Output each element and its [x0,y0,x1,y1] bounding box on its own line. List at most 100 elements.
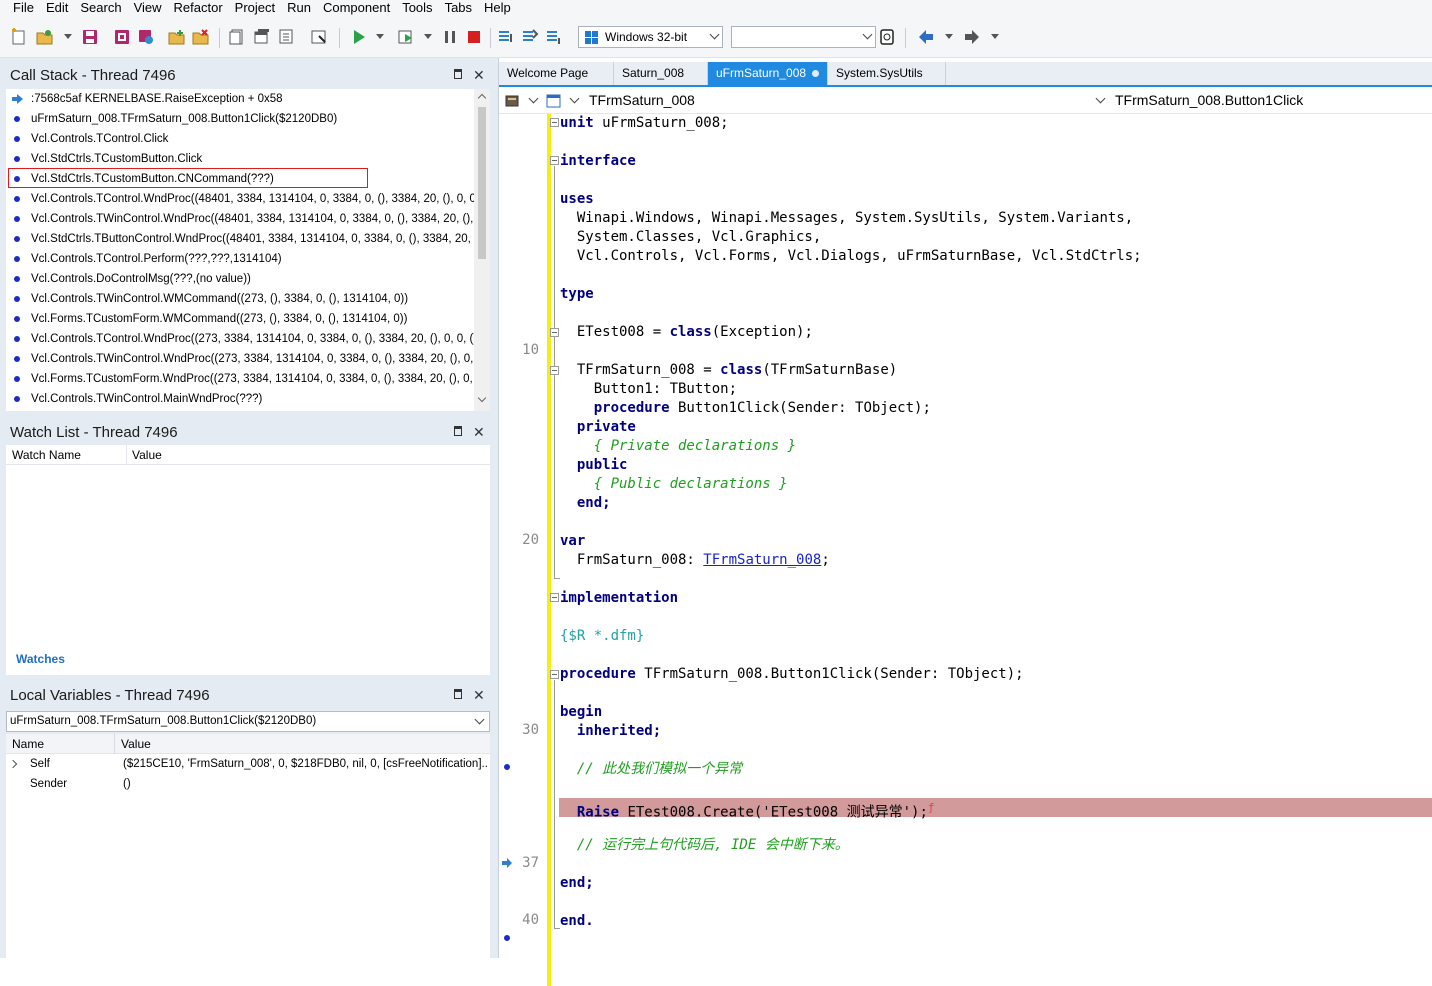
tab-system-sysutils[interactable]: System.SysUtils [828,62,946,85]
chevron-down-icon[interactable] [477,393,487,403]
target-device-icon[interactable] [878,28,896,46]
watch-value-column-header[interactable]: Value [132,445,162,465]
stack-frame-select[interactable]: uFrmSaturn_008.TFrmSaturn_008.Button1Cli… [6,711,490,732]
code-line[interactable]: begin [560,703,602,722]
call-stack-frame[interactable]: Vcl.Controls.TWinControl.WndProc((273, 3… [6,349,474,369]
menu-component[interactable]: Component [317,0,396,18]
call-stack-frame[interactable]: Vcl.Forms.TCustomForm.WMCommand((273, ()… [6,309,474,329]
code-line[interactable]: procedure TFrmSaturn_008.Button1Click(Se… [560,665,1024,684]
type-link[interactable]: TFrmSaturn_008 [703,552,821,568]
watch-name-column-header[interactable]: Watch Name [12,445,81,465]
navigate-forward-icon[interactable] [963,28,981,46]
trace-into-icon[interactable] [497,28,515,46]
platform-select[interactable]: Windows 32-bit [578,26,723,48]
call-stack-scrollbar[interactable] [474,89,490,411]
class-select-label[interactable]: TFrmSaturn_008 [589,92,695,108]
close-icon[interactable]: ✕ [473,68,485,82]
call-stack-frame-current[interactable]: :7568c5af KERNELBASE.RaiseException + 0x… [6,89,474,109]
tab-ufrmsaturn-008[interactable]: uFrmSaturn_008 [708,62,828,85]
code-line[interactable]: // 运行完上句代码后, IDE 会中断下来。 [560,836,849,855]
menu-help[interactable]: Help [478,0,517,18]
call-stack-frame[interactable]: Vcl.StdCtrls.TCustomButton.Click [6,149,474,169]
pause-icon[interactable] [441,28,459,46]
fold-toggle-icon[interactable] [550,670,559,679]
breakpoint-dot-icon[interactable] [504,764,510,770]
call-stack-frame[interactable]: Vcl.Forms.TCustomForm.WndProc((273, 3384… [6,369,474,389]
code-line[interactable]: interface [560,152,636,171]
chevron-down-icon[interactable] [1095,93,1106,104]
call-stack-frame[interactable]: Vcl.Controls.TControl.Click [6,129,474,149]
table-row[interactable]: Self ($215CE10, 'FrmSaturn_008', 0, $218… [6,754,490,774]
editor-gutter[interactable]: 10 20 30 37 40 [499,114,549,958]
run-dropdown-icon[interactable] [376,34,384,39]
code-line[interactable]: // 此处我们模拟一个异常 [560,760,742,779]
run-without-debug-icon[interactable] [397,28,415,46]
call-stack-frame[interactable]: Vcl.Controls.TControl.WndProc((273, 3384… [6,329,474,349]
call-stack-frame[interactable]: Vcl.Controls.TWinControl.MainWndProc(???… [6,389,474,409]
code-line[interactable]: var [560,532,585,551]
code-line[interactable]: { Public declarations } [560,475,788,494]
tab-saturn-008[interactable]: Saturn_008 [614,62,708,85]
code-line[interactable]: Vcl.Controls, Vcl.Forms, Vcl.Dialogs, uF… [560,247,1142,266]
call-stack-frame[interactable]: Vcl.Controls.TWinControl.WMCommand((273,… [6,289,474,309]
run-without-debug-dropdown-icon[interactable] [424,34,432,39]
code-line[interactable]: implementation [560,589,678,608]
new-form-icon[interactable] [310,28,328,46]
code-line[interactable]: type [560,285,594,304]
toggle-form-unit-icon[interactable] [278,28,296,46]
code-line[interactable]: Button1: TButton; [560,380,737,399]
breakpoint-dot-icon[interactable] [504,935,510,941]
code-line[interactable]: procedure Button1Click(Sender: TObject); [560,399,931,418]
name-column-header[interactable]: Name [12,734,44,754]
menu-run[interactable]: Run [281,0,317,18]
remove-from-project-icon[interactable] [192,28,210,46]
close-icon[interactable]: ✕ [473,425,485,439]
build-config-select[interactable] [731,26,876,48]
menu-edit[interactable]: Edit [40,0,74,18]
fold-toggle-icon[interactable] [550,156,559,165]
call-stack-frame[interactable]: Vcl.Controls.TControl.Perform(???,???,13… [6,249,474,269]
chevron-down-icon[interactable] [528,93,539,104]
step-over-icon[interactable] [521,28,539,46]
menu-search[interactable]: Search [74,0,127,18]
code-line[interactable]: unit uFrmSaturn_008; [560,114,729,133]
value-column-header[interactable]: Value [121,734,151,754]
code-line[interactable]: public [560,456,628,475]
call-stack-frame[interactable]: Vcl.Controls.TWinControl.WndProc((48401,… [6,209,474,229]
stop-icon[interactable] [465,28,483,46]
view-form-icon[interactable] [253,28,271,46]
code-line[interactable]: Winapi.Windows, Winapi.Messages, System.… [560,209,1133,228]
fold-toggle-icon[interactable] [550,593,559,602]
call-stack-frame[interactable]: uFrmSaturn_008.TFrmSaturn_008.Button1Cli… [6,109,474,129]
code-line[interactable]: Raise ETest008.Create('ETest008 测试异常');ƒ [560,798,935,823]
tab-watches[interactable]: Watches [6,646,76,672]
save-icon[interactable] [81,28,99,46]
code-line[interactable]: end; [560,874,594,893]
run-to-cursor-icon[interactable] [545,28,563,46]
pin-icon[interactable] [454,426,462,436]
code-line[interactable]: FrmSaturn_008: TFrmSaturn_008; [560,551,830,570]
code-line[interactable]: uses [560,190,594,209]
code-line[interactable]: private [560,418,636,437]
code-line[interactable]: end; [560,494,611,513]
code-line[interactable]: TFrmSaturn_008 = class(TFrmSaturnBase) [560,361,897,380]
save-all-icon[interactable] [113,28,131,46]
code-line[interactable]: { Private declarations } [560,437,796,456]
fold-toggle-icon[interactable] [550,366,559,375]
code-line[interactable]: ETest008 = class(Exception); [560,323,813,342]
close-icon[interactable]: ✕ [473,688,485,702]
menu-tabs[interactable]: Tabs [439,0,478,18]
fold-toggle-icon[interactable] [550,328,559,337]
pin-icon[interactable] [454,69,462,79]
menu-view[interactable]: View [128,0,168,18]
method-select-label[interactable]: TFrmSaturn_008.Button1Click [1115,92,1303,108]
chevron-up-icon[interactable] [477,93,487,103]
back-dropdown-icon[interactable] [945,34,953,39]
call-stack-frame[interactable]: Vcl.StdCtrls.TButtonControl.WndProc((484… [6,229,474,249]
pin-icon[interactable] [454,689,462,699]
watch-list-grid[interactable]: Watch Name Value [6,445,490,675]
fold-toggle-icon[interactable] [550,118,559,127]
new-items-icon[interactable] [10,28,28,46]
local-vars-grid[interactable]: Name Value Self ($215CE10, 'FrmSaturn_00… [6,734,490,958]
call-stack-frame[interactable]: Vcl.Controls.DoControlMsg(???,(no value)… [6,269,474,289]
